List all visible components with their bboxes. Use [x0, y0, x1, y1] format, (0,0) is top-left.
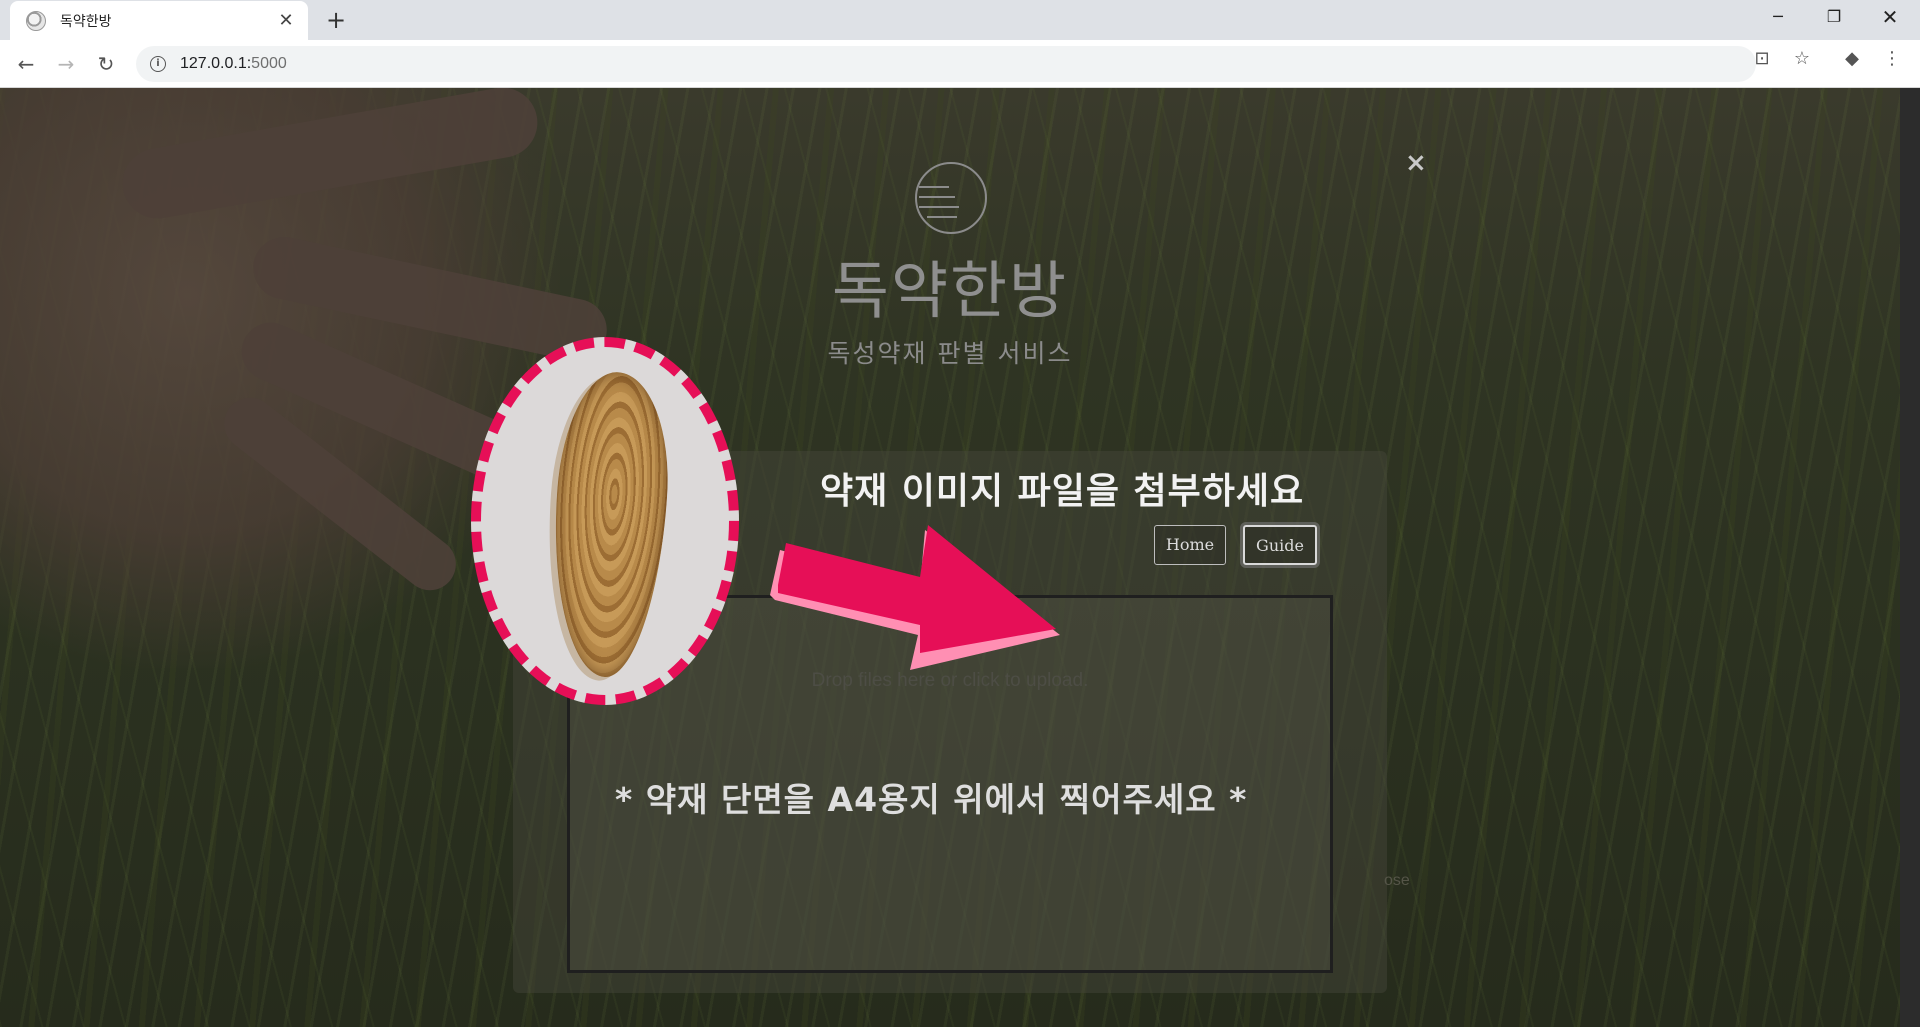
site-info-icon[interactable]: i	[150, 56, 166, 72]
modal-close-icon[interactable]: ×	[1405, 148, 1427, 178]
tab-strip: 독약한방 ✕ + ─ ❐ ✕	[0, 0, 1920, 40]
brand-title: 독약한방	[831, 254, 1069, 327]
browser-tab[interactable]: 독약한방 ✕	[10, 1, 308, 40]
address-bar[interactable]: i 127.0.0.1: 5000	[136, 46, 1756, 82]
forward-icon[interactable]: →	[52, 50, 80, 78]
bookmark-star-icon[interactable]: ☆	[1791, 48, 1813, 70]
home-button[interactable]: Home	[1154, 525, 1226, 565]
translate-icon[interactable]: ⊡	[1751, 48, 1773, 70]
photo-hint: * 약재 단면을 A4용지 위에서 찍어주세요 *	[615, 780, 1248, 819]
browser-toolbar: ← → ↻ i 127.0.0.1: 5000 ⊡ ☆ ◆ ⋮	[0, 40, 1920, 88]
url-host: 127.0.0.1:	[180, 55, 252, 72]
background-close-text: ose	[1384, 872, 1410, 889]
tab-title: 독약한방	[60, 13, 112, 30]
new-tab-icon[interactable]: +	[322, 6, 350, 34]
brand-subtitle: 독성약재 판별 서비스	[827, 339, 1073, 368]
back-icon[interactable]: ←	[12, 50, 40, 78]
minimize-icon[interactable]: ─	[1750, 0, 1806, 34]
extension-icon[interactable]: ◆	[1841, 48, 1863, 70]
logo-icon	[915, 162, 987, 234]
guide-button[interactable]: Guide	[1243, 525, 1317, 565]
reload-icon[interactable]: ↻	[92, 50, 120, 78]
url-port: 5000	[251, 55, 287, 72]
arrow-icon	[770, 525, 1060, 670]
window-close-icon[interactable]: ✕	[1862, 0, 1918, 34]
upload-title: 약재 이미지 파일을 첨부하세요	[820, 471, 1305, 512]
favicon-icon	[26, 10, 46, 31]
menu-icon[interactable]: ⋮	[1881, 48, 1903, 70]
tab-close-icon[interactable]: ✕	[276, 10, 296, 31]
restore-icon[interactable]: ❐	[1806, 0, 1862, 34]
page-scrollbar[interactable]	[1900, 88, 1920, 1027]
